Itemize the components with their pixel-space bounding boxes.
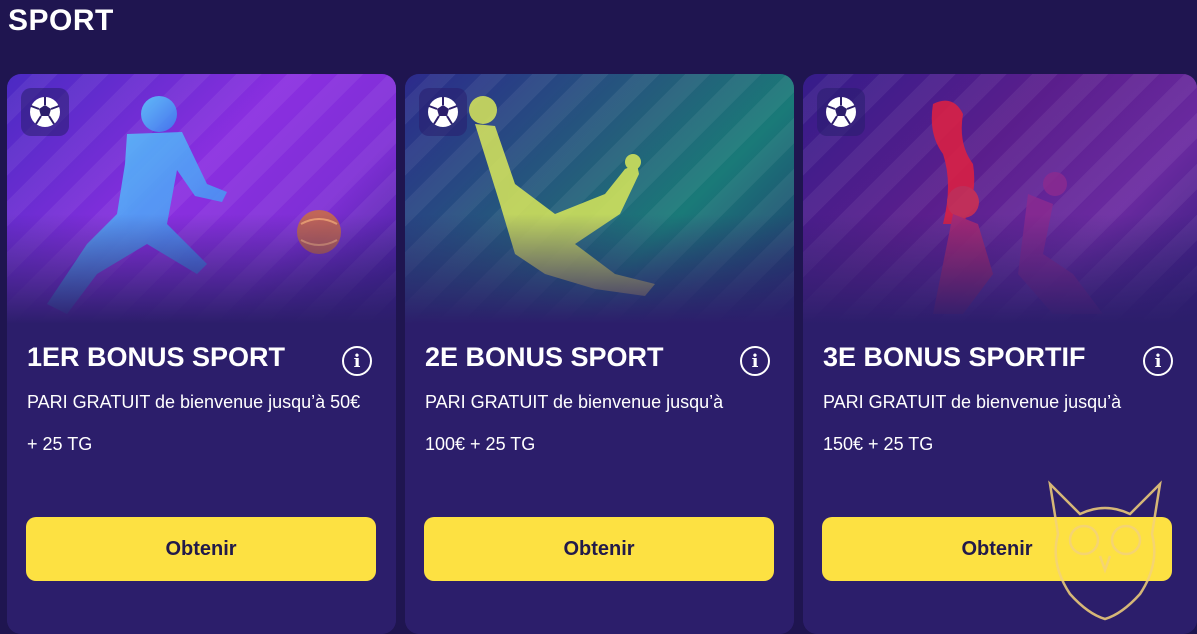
section-title: SPORT: [8, 4, 114, 37]
bonus-card-1: 1ER BONUS SPORT i PARI GRATUIT de bienve…: [7, 74, 396, 634]
card-body: 2E BONUS SPORT i PARI GRATUIT de bienven…: [405, 324, 794, 634]
card-title: 3E BONUS SPORTIF: [823, 342, 1086, 372]
card-hero-image: [7, 74, 396, 324]
bonus-cards: 1ER BONUS SPORT i PARI GRATUIT de bienve…: [7, 74, 1197, 634]
bonus-amount: + 25 TG: [27, 434, 93, 454]
card-title: 1ER BONUS SPORT: [27, 342, 286, 372]
bonus-card-2: 2E BONUS SPORT i PARI GRATUIT de bienven…: [405, 74, 794, 634]
bonus-description: PARI GRATUIT de bienvenue jusqu’à: [823, 392, 1122, 412]
info-icon[interactable]: i: [1143, 346, 1173, 376]
soccer-ball-icon: [21, 88, 69, 136]
card-body: 1ER BONUS SPORT i PARI GRATUIT de bienve…: [7, 324, 396, 634]
soccer-ball-icon: [419, 88, 467, 136]
card-hero-image: [405, 74, 794, 324]
card-hero-image: [803, 74, 1197, 324]
card-title: 2E BONUS SPORT: [425, 342, 664, 372]
bonus-amount: 150€ + 25 TG: [823, 434, 934, 454]
info-icon[interactable]: i: [740, 346, 770, 376]
owl-logo-icon: [1048, 480, 1162, 621]
bonus-description: PARI GRATUIT de bienvenue jusqu’à: [425, 392, 724, 412]
bonus-amount: 100€ + 25 TG: [425, 434, 536, 454]
obtain-button[interactable]: Obtenir: [424, 517, 774, 581]
obtain-button[interactable]: Obtenir: [26, 517, 376, 581]
bonus-description: PARI GRATUIT de bienvenue jusqu’à 50€: [27, 392, 361, 412]
soccer-ball-icon: [817, 88, 865, 136]
info-icon[interactable]: i: [342, 346, 372, 376]
